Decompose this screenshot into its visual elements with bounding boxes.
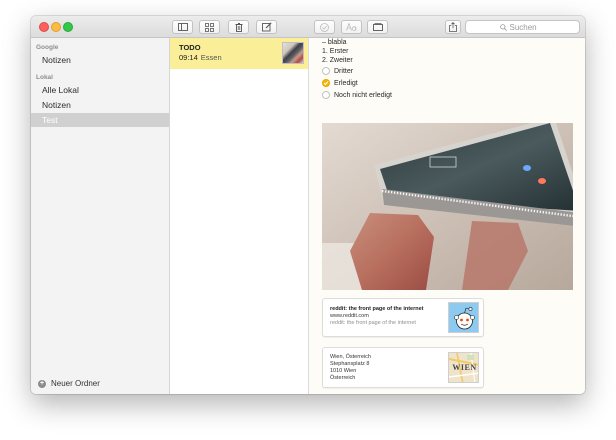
note-thumbnail <box>282 42 304 64</box>
note-list: TODO 09:14 Essen <box>170 38 309 394</box>
checkmark-circle-icon <box>320 22 329 32</box>
phone-photo-image <box>322 123 573 290</box>
sidebar-item-label: Test <box>42 115 58 125</box>
minimize-window-button[interactable] <box>51 22 61 32</box>
note-line: – blabla <box>322 39 347 46</box>
toggle-sidebar-button[interactable] <box>172 20 193 34</box>
checklist-item-label: Dritter <box>334 67 354 75</box>
compose-icon <box>261 22 272 32</box>
map-city-label: WIEN <box>452 363 477 372</box>
reddit-alien-icon <box>448 302 479 333</box>
share-button[interactable] <box>445 20 461 34</box>
maximize-window-button[interactable] <box>63 22 73 32</box>
sidebar-item-test[interactable]: Test <box>31 113 169 127</box>
location-line: Österreich <box>330 375 356 381</box>
search-input[interactable] <box>509 21 546 33</box>
map-thumbnail-icon: WIEN <box>448 352 479 383</box>
note-editor[interactable]: – blabla 1. Erster 2. Zweiter Dritter Er… <box>309 38 585 394</box>
link-title: reddit: the front page of the internet <box>330 306 424 312</box>
checkbox-unchecked[interactable] <box>322 67 330 75</box>
grid-icon <box>205 22 214 32</box>
note-time: 09:14 <box>179 53 198 62</box>
checkbox-unchecked[interactable] <box>322 91 330 99</box>
sidebar-icon <box>177 23 188 31</box>
note-preview: Essen <box>200 53 222 62</box>
folder-sidebar: Google Notizen Lokal Alle Lokal Notizen … <box>31 38 170 394</box>
checklist-item: Erledigt <box>322 79 358 87</box>
new-note-button[interactable] <box>256 20 277 34</box>
sidebar-item-lokal-notizen[interactable]: Notizen <box>31 98 169 112</box>
checklist-item-label: Noch nicht erledigt <box>334 91 392 99</box>
plus-circle-icon: + <box>38 379 46 388</box>
close-window-button[interactable] <box>39 22 49 32</box>
map-location-card[interactable]: Wien, Österreich Stephansplatz 8 1010 Wi… <box>322 347 484 388</box>
link-preview-card[interactable]: reddit: the front page of the internet w… <box>322 298 484 337</box>
checklist-item-label: Erledigt <box>334 79 358 87</box>
checklist-button[interactable] <box>314 20 335 34</box>
link-url: www.reddit.com <box>330 313 369 319</box>
format-button[interactable] <box>341 20 362 34</box>
search-field[interactable] <box>465 20 580 34</box>
sidebar-item-label: Notizen <box>42 100 71 110</box>
sidebar-item-label: Notizen <box>42 55 71 65</box>
location-line: 1010 Wien <box>330 368 357 374</box>
sidebar-item-label: Alle Lokal <box>42 85 79 95</box>
toolbar <box>31 16 585 38</box>
note-meta: 09:14 Essen <box>179 53 222 62</box>
checklist-item: Dritter <box>322 67 353 75</box>
location-line: Stephansplatz 8 <box>330 361 370 367</box>
link-description: reddit: the front page of the internet <box>330 320 416 326</box>
photo-frame-icon <box>372 23 383 31</box>
sidebar-section-lokal: Lokal <box>36 74 53 81</box>
add-media-button[interactable] <box>367 20 388 34</box>
note-line: 2. Zweiter <box>322 57 353 64</box>
share-icon <box>449 22 457 32</box>
delete-note-button[interactable] <box>228 20 249 34</box>
trash-icon <box>235 22 242 32</box>
note-title: TODO <box>179 43 201 52</box>
attached-photo[interactable] <box>322 123 573 290</box>
notes-window: Google Notizen Lokal Alle Lokal Notizen … <box>31 16 585 394</box>
sidebar-item-alle-lokal[interactable]: Alle Lokal <box>31 83 169 97</box>
sidebar-section-google: Google <box>36 44 59 51</box>
search-icon <box>499 23 507 31</box>
checkmark-icon <box>323 81 329 86</box>
attachments-browser-button[interactable] <box>199 20 220 34</box>
new-folder-button[interactable]: + Neuer Ordner <box>38 379 100 388</box>
list-item[interactable]: TODO 09:14 Essen <box>170 38 308 69</box>
location-line: Wien, Österreich <box>330 354 371 360</box>
checklist-item: Noch nicht erledigt <box>322 91 392 99</box>
new-folder-label: Neuer Ordner <box>51 379 100 388</box>
checkbox-checked[interactable] <box>322 79 330 87</box>
text-format-icon <box>346 23 357 31</box>
note-line: 1. Erster <box>322 48 349 55</box>
sidebar-item-google-notizen[interactable]: Notizen <box>31 53 169 67</box>
